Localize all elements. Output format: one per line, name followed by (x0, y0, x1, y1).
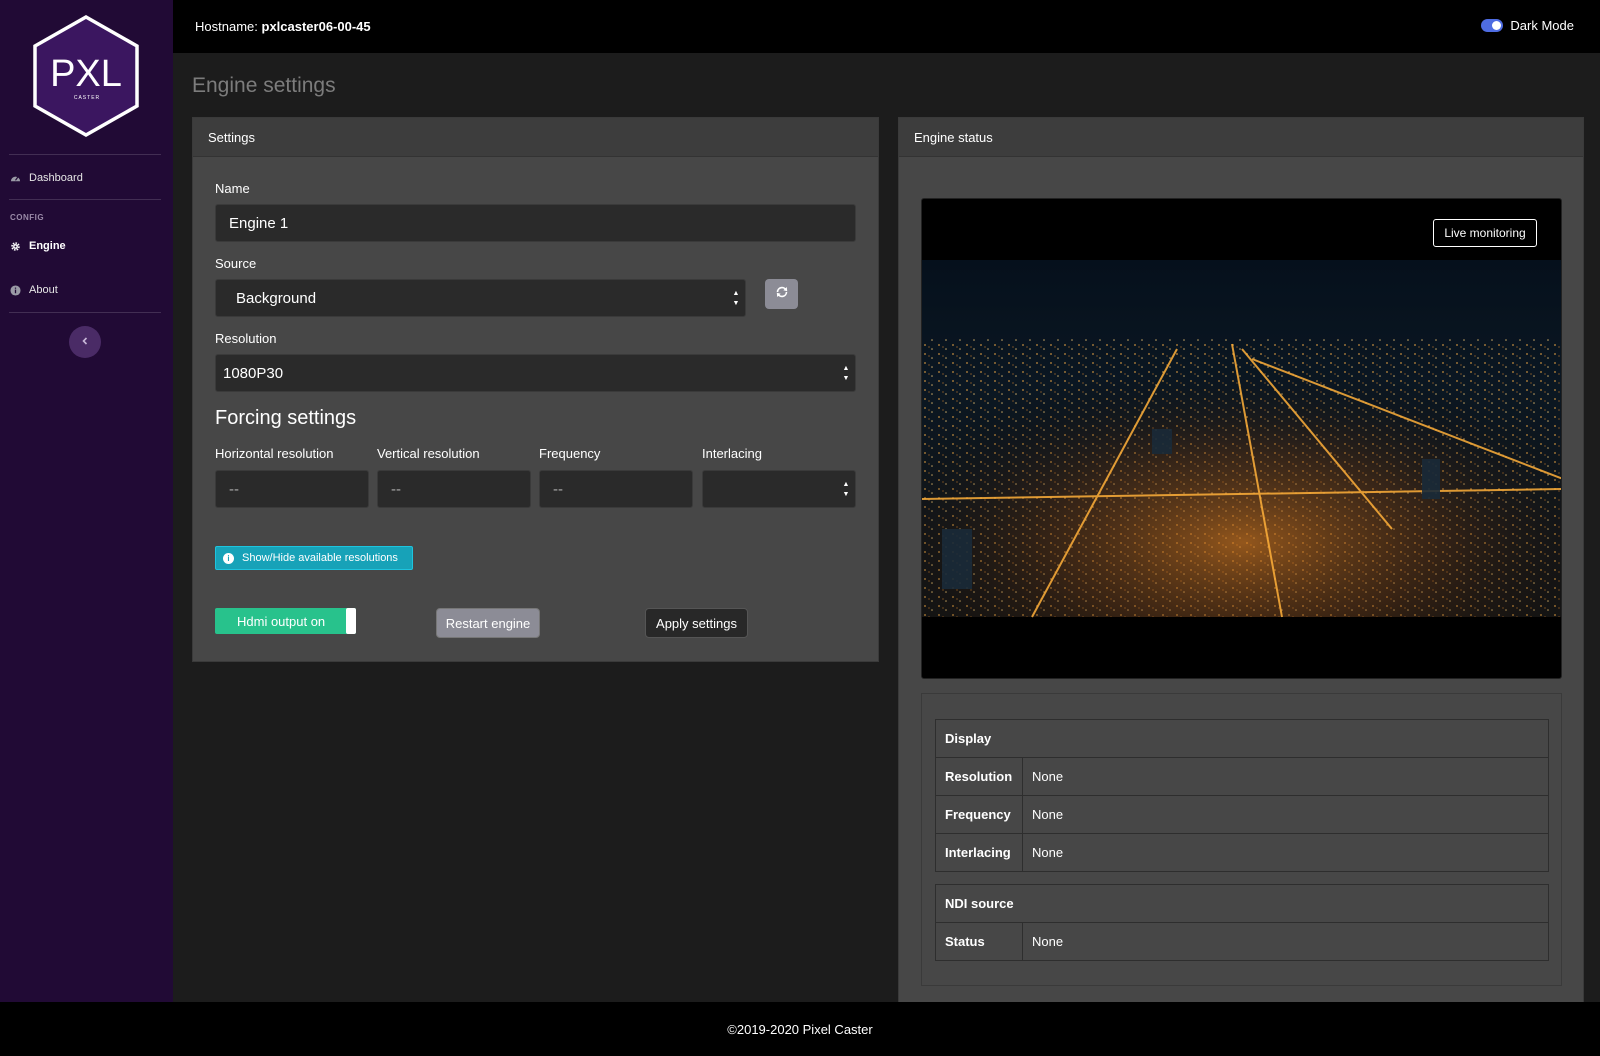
apply-settings-button[interactable]: Apply settings (645, 608, 748, 638)
sidebar-item-label: Engine (29, 240, 66, 252)
interlacing-label: Interlacing (702, 446, 762, 461)
show-hide-resolutions-label: Show/Hide available resolutions (242, 552, 398, 564)
dark-mode-switch[interactable]: Dark Mode (1481, 18, 1574, 33)
toggle-knob (346, 608, 356, 634)
logo-wordmark: PXL (50, 53, 122, 95)
hostname: Hostname: pxlcaster06-00-45 (195, 19, 371, 34)
logo-subtext: CASTER (74, 95, 100, 101)
sidebar-item-about[interactable]: About (10, 284, 58, 296)
sidebar-divider (9, 154, 161, 155)
engine-status-card: Engine status Live monitoring Display Re… (898, 117, 1584, 1002)
ndi-source-table: NDI source Status None (935, 884, 1549, 961)
live-monitoring-button[interactable]: Live monitoring (1433, 219, 1537, 247)
sidebar-item-label: About (29, 284, 58, 296)
table-row: Display (935, 719, 1549, 758)
row-value: None (1022, 922, 1549, 961)
status-tables-panel: Display Resolution None Frequency None I… (921, 693, 1562, 986)
sidebar-item-dashboard[interactable]: Dashboard (10, 172, 83, 184)
live-preview: Live monitoring (921, 198, 1562, 679)
top-bar: Hostname: pxlcaster06-00-45 Dark Mode (173, 0, 1600, 53)
name-input[interactable]: Engine 1 (215, 204, 856, 242)
show-hide-resolutions-button[interactable]: i Show/Hide available resolutions (215, 546, 413, 570)
ndi-heading: NDI source (935, 884, 1549, 923)
table-row: Frequency None (935, 795, 1549, 834)
sidebar-section-heading: CONFIG (10, 213, 45, 222)
sidebar-item-engine[interactable]: Engine (10, 240, 66, 252)
footer: ©2019-2020 Pixel Caster (0, 1002, 1600, 1056)
display-table: Display Resolution None Frequency None I… (935, 719, 1549, 872)
horizontal-resolution-label: Horizontal resolution (215, 446, 334, 461)
gear-icon (10, 241, 21, 252)
city-night-image (922, 260, 1561, 618)
info-icon: i (223, 552, 234, 564)
select-arrows-icon: ▲ ▼ (842, 365, 850, 382)
restart-engine-button[interactable]: Restart engine (436, 608, 540, 638)
row-key: Frequency (935, 795, 1023, 834)
table-row: Resolution None (935, 757, 1549, 796)
refresh-sources-button[interactable] (765, 279, 798, 309)
dark-mode-label: Dark Mode (1510, 18, 1574, 33)
settings-card: Settings Name Engine 1 Source Background… (192, 117, 879, 662)
source-select-value: Background (236, 290, 317, 307)
display-heading: Display (935, 719, 1549, 758)
info-icon (10, 284, 21, 296)
row-value: None (1022, 833, 1549, 872)
source-label: Source (215, 256, 257, 271)
select-arrows-icon: ▲ ▼ (842, 481, 850, 498)
sidebar: PXL CASTER Dashboard CONFIG Engine About (0, 0, 173, 1002)
hostname-label: Hostname: (195, 19, 258, 34)
engine-status-card-header: Engine status (899, 118, 1583, 157)
interlacing-select[interactable]: ▲ ▼ (702, 470, 856, 508)
vertical-resolution-label: Vertical resolution (377, 446, 480, 461)
row-value: None (1022, 757, 1549, 796)
resolution-label: Resolution (215, 331, 277, 346)
dark-mode-toggle[interactable] (1481, 19, 1504, 32)
chevron-left-icon (80, 333, 90, 351)
name-label: Name (215, 181, 250, 196)
hdmi-output-toggle[interactable]: Hdmi output on (215, 608, 356, 634)
table-row: Status None (935, 922, 1549, 961)
table-row: Interlacing None (935, 833, 1549, 872)
refresh-icon (775, 285, 789, 304)
frequency-label: Frequency (539, 446, 601, 461)
row-key: Resolution (935, 757, 1023, 796)
table-row: NDI source (935, 884, 1549, 923)
row-key: Interlacing (935, 833, 1023, 872)
forcing-settings-title: Forcing settings (215, 407, 357, 429)
row-key: Status (935, 922, 1023, 961)
sidebar-item-label: Dashboard (29, 172, 83, 184)
sidebar-collapse-button[interactable] (69, 326, 101, 358)
page-title: Engine settings (192, 74, 336, 97)
vertical-resolution-input[interactable]: -- (377, 470, 531, 508)
source-select[interactable]: Background ▲ ▼ (215, 279, 746, 317)
sidebar-divider (9, 312, 161, 313)
horizontal-resolution-input[interactable]: -- (215, 470, 369, 508)
resolution-select[interactable]: 1080P30 ▲ ▼ (215, 354, 856, 392)
dashboard-icon (10, 173, 21, 184)
sidebar-divider (9, 199, 161, 200)
hostname-value: pxlcaster06-00-45 (261, 19, 371, 34)
pxl-caster-logo[interactable]: PXL CASTER (30, 14, 142, 138)
row-value: None (1022, 795, 1549, 834)
frequency-input[interactable]: -- (539, 470, 693, 508)
select-arrows-icon: ▲ ▼ (732, 290, 740, 307)
hdmi-output-label: Hdmi output on (237, 613, 326, 629)
resolution-select-value: 1080P30 (223, 365, 284, 382)
settings-card-header: Settings (193, 118, 878, 157)
